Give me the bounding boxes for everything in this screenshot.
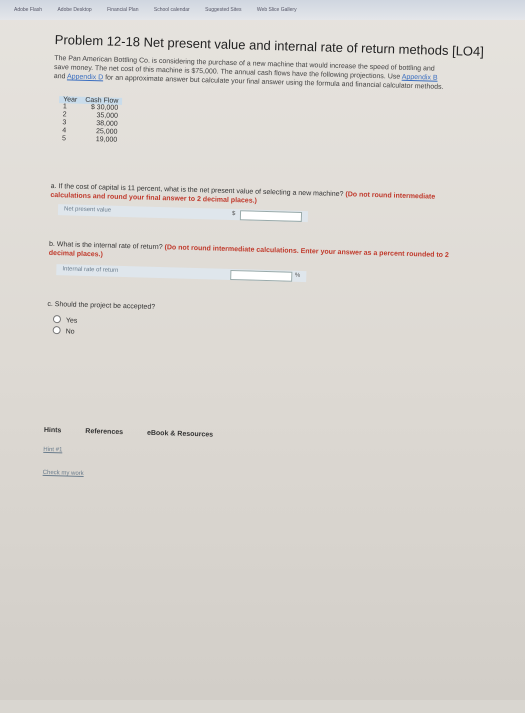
problem-intro: The Pan American Bottling Co. is conside… <box>54 54 445 92</box>
question-c-text: c. Should the project be accepted? <box>47 300 156 311</box>
yes-option[interactable]: Yes <box>52 315 78 326</box>
radio-circle-icon[interactable] <box>52 315 62 324</box>
resource-tabs: Hints References eBook & Resources <box>44 427 235 439</box>
appendix-d-link[interactable]: Appendix D <box>67 73 103 81</box>
yes-label: Yes <box>65 317 78 325</box>
bookmark-item[interactable]: Adobe Flash <box>14 0 42 20</box>
appendix-b-link[interactable]: Appendix B <box>402 74 438 82</box>
bookmark-item[interactable]: Adobe Desktop <box>57 0 91 20</box>
bookmark-item[interactable]: Suggested Sites <box>205 0 241 20</box>
question-c: c. Should the project be accepted? <box>47 300 447 320</box>
bookmarks-bar: Adobe Flash Adobe Desktop Financial Plan… <box>0 0 525 20</box>
irr-answer-row: Internal rate of return % <box>56 264 307 283</box>
npv-label: Net present value <box>63 206 112 214</box>
percent-suffix: % <box>294 272 301 279</box>
irr-input[interactable] <box>230 269 293 282</box>
bookmark-item[interactable]: Web Slice Gallery <box>257 0 297 20</box>
problem-page: Problem 12-18 Net present value and inte… <box>36 32 524 713</box>
tab-references[interactable]: References <box>85 428 123 436</box>
browser-screen: Adobe Flash Adobe Desktop Financial Plan… <box>0 0 525 700</box>
hint-link[interactable]: Hint #1 <box>43 447 62 454</box>
npv-input[interactable] <box>239 210 303 222</box>
tab-hints[interactable]: Hints <box>44 427 62 434</box>
intro-and: and <box>53 72 68 81</box>
bookmark-item[interactable]: School calendar <box>154 0 190 20</box>
npv-answer-row: Net present value $ <box>57 204 309 223</box>
table-row: 5 19,000 <box>58 135 121 145</box>
bookmark-item[interactable]: Financial Plan <box>107 0 138 20</box>
cash-flow-table: Year Cash Flow 1 $ 30,000 2 35,000 3 38,000… <box>58 96 123 145</box>
radio-circle-icon[interactable] <box>52 326 61 335</box>
irr-label: Internal rate of return <box>62 266 119 274</box>
no-label: No <box>65 328 75 336</box>
tab-ebook-resources[interactable]: eBook & Resources <box>147 430 213 439</box>
check-my-work-link[interactable]: Check my work <box>43 470 84 477</box>
dollar-prefix: $ <box>231 211 236 218</box>
year-cell: 5 <box>61 135 67 143</box>
cash-cell: 19,000 <box>95 136 118 144</box>
no-option[interactable]: No <box>52 326 75 337</box>
